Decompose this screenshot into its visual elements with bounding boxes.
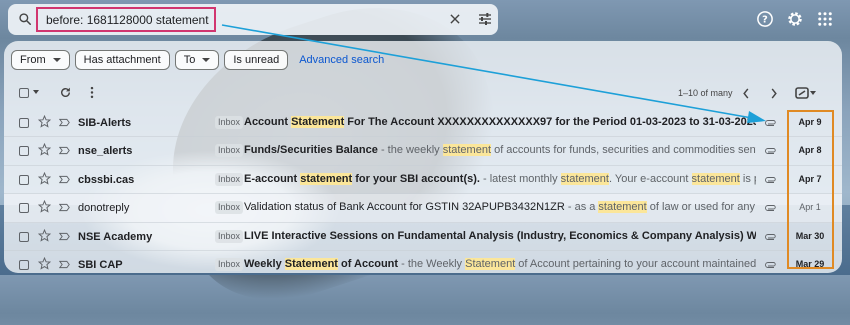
annotation-arrow (221, 24, 766, 123)
